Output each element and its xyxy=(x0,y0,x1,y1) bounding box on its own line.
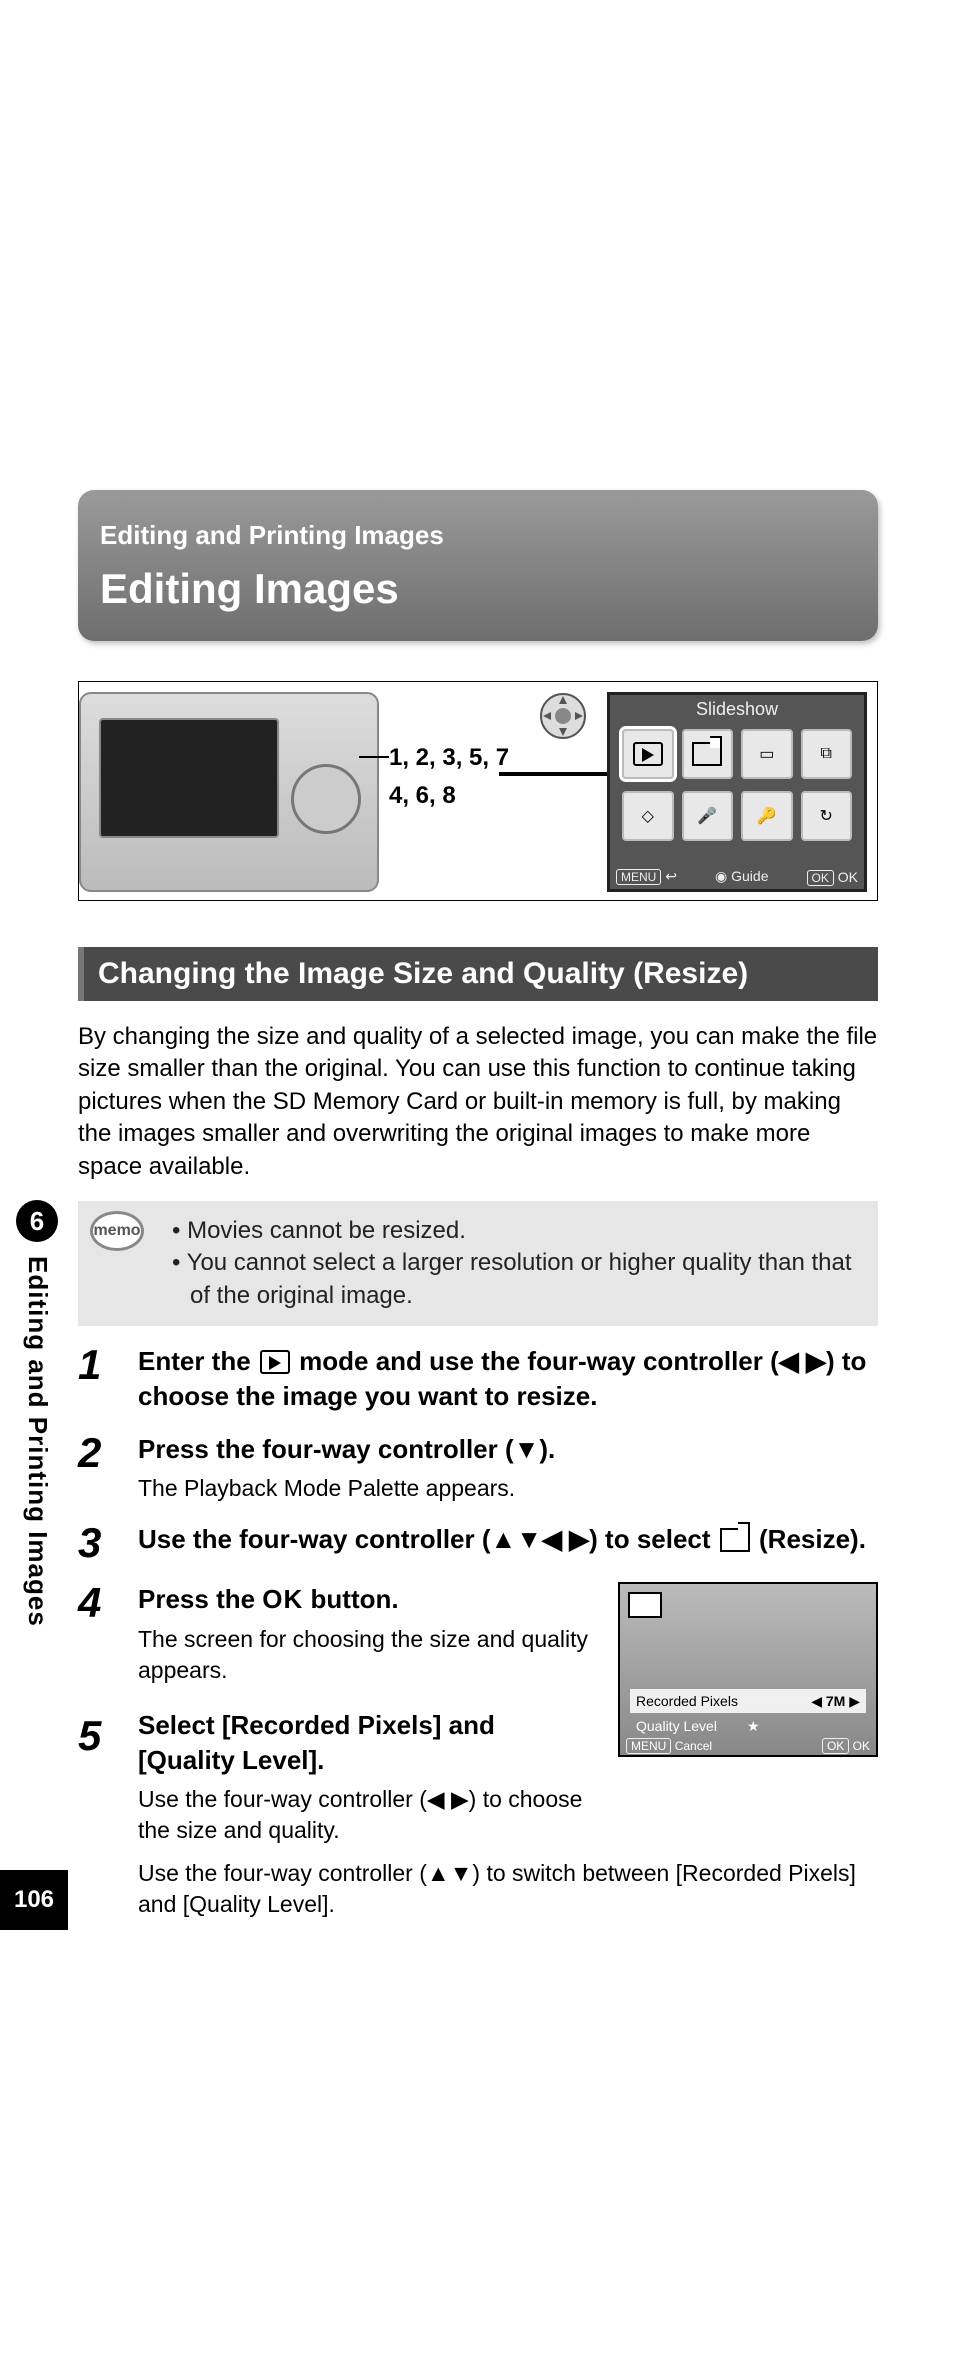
chapter-header-band: Editing and Printing Images Editing Imag… xyxy=(78,490,878,641)
intro-paragraph: By changing the size and quality of a se… xyxy=(78,1021,878,1183)
back-icon: ↩ xyxy=(665,868,677,884)
step-number: 1 xyxy=(78,1344,138,1414)
memo-box: memo Movies cannot be resized. You canno… xyxy=(78,1201,878,1326)
step-4-subtext: The screen for choosing the size and qua… xyxy=(138,1624,594,1686)
menu-button-label: MENU xyxy=(616,869,661,885)
camera-diagram: 1, 2, 3, 5, 7 4, 6, 8 Slideshow ▭ ⧉ xyxy=(78,681,878,901)
step-number: 5 xyxy=(78,1708,101,1765)
chapter-number-badge: 6 xyxy=(16,1200,58,1242)
palette-item-dpof-icon: ↻ xyxy=(801,791,853,841)
recorded-pixels-row: Recorded Pixels ◀ 7M ▶ xyxy=(630,1689,866,1713)
palette-item-rotate-icon: ◇ xyxy=(622,791,674,841)
memo-icon: memo xyxy=(84,1211,150,1255)
step-4-title: Press the OK button. xyxy=(138,1582,594,1617)
step-3-title: Use the four-way controller (▲▼◀ ▶) to s… xyxy=(138,1522,878,1557)
camera-back-illustration xyxy=(79,692,379,892)
left-arrow-icon: ◀ xyxy=(811,1693,822,1709)
playback-mode-icon xyxy=(260,1350,290,1374)
step-2-title: Press the four-way controller (▼). xyxy=(138,1432,878,1467)
callout-line-1: 1, 2, 3, 5, 7 xyxy=(389,744,509,772)
four-way-controller-illustration xyxy=(291,764,361,834)
memo-item: Movies cannot be resized. xyxy=(172,1215,862,1247)
recorded-pixels-value: 7M xyxy=(826,1693,845,1709)
resize-icon xyxy=(720,1528,750,1552)
menu-button-label: MENU xyxy=(626,1738,671,1754)
memo-item: You cannot select a larger resolution or… xyxy=(172,1247,862,1312)
step-5-title: 5 Select [Recorded Pixels] and [Quality … xyxy=(138,1708,594,1778)
quality-level-row: Quality Level ★ xyxy=(630,1718,866,1735)
resize-settings-screen: Recorded Pixels ◀ 7M ▶ Quality Level ★ xyxy=(618,1582,878,1757)
step-5-subtext-1: Use the four-way controller (◀ ▶) to cho… xyxy=(138,1784,594,1846)
palette-item-crop-icon: ▭ xyxy=(741,729,793,779)
page-number: 106 xyxy=(0,1870,68,1930)
playback-palette-screen: Slideshow ▭ ⧉ ◇ 🎤 🔑 ↻ MENU ↩ ◉ Guide OK … xyxy=(607,692,867,892)
guide-dot-icon: ◉ xyxy=(715,868,727,884)
palette-item-voice-icon: 🎤 xyxy=(682,791,734,841)
right-arrow-icon: ▶ xyxy=(849,1693,860,1709)
chapter-tab: 6 Editing and Printing Images xyxy=(0,1200,75,1627)
resize-icon xyxy=(628,1592,662,1618)
step-2-subtext: The Playback Mode Palette appears. xyxy=(138,1473,878,1504)
palette-item-resize-icon xyxy=(682,729,734,779)
palette-item-slideshow-icon xyxy=(622,729,674,779)
step-5-subtext-2: Use the four-way controller (▲▼) to swit… xyxy=(138,1858,878,1920)
controller-icon xyxy=(539,692,587,740)
page-title: Editing Images xyxy=(100,565,856,613)
section-title: Changing the Image Size and Quality (Res… xyxy=(78,947,878,1001)
palette-item-copy-icon: ⧉ xyxy=(801,729,853,779)
callout-line-2: 4, 6, 8 xyxy=(389,782,509,810)
step-callout: 1, 2, 3, 5, 7 4, 6, 8 xyxy=(389,744,509,810)
ok-label: OK xyxy=(838,869,858,885)
camera-lcd-illustration xyxy=(99,718,279,838)
step-1-title: Enter the mode and use the four-way cont… xyxy=(138,1344,878,1414)
guide-label: Guide xyxy=(731,868,768,884)
step-number: 3 xyxy=(78,1522,138,1564)
step-number: 2 xyxy=(78,1432,138,1504)
quality-level-value: ★ xyxy=(747,1718,760,1735)
palette-item-protect-icon: 🔑 xyxy=(741,791,793,841)
ok-button-label: OK xyxy=(822,1738,849,1754)
cancel-label: Cancel xyxy=(675,1739,712,1753)
palette-title: Slideshow xyxy=(610,699,864,720)
ok-button-glyph: OK xyxy=(262,1584,303,1614)
chapter-title-vertical: Editing and Printing Images xyxy=(22,1256,53,1627)
ok-button-label: OK xyxy=(807,870,834,886)
ok-label: OK xyxy=(853,1739,870,1753)
breadcrumb: Editing and Printing Images xyxy=(100,520,856,551)
